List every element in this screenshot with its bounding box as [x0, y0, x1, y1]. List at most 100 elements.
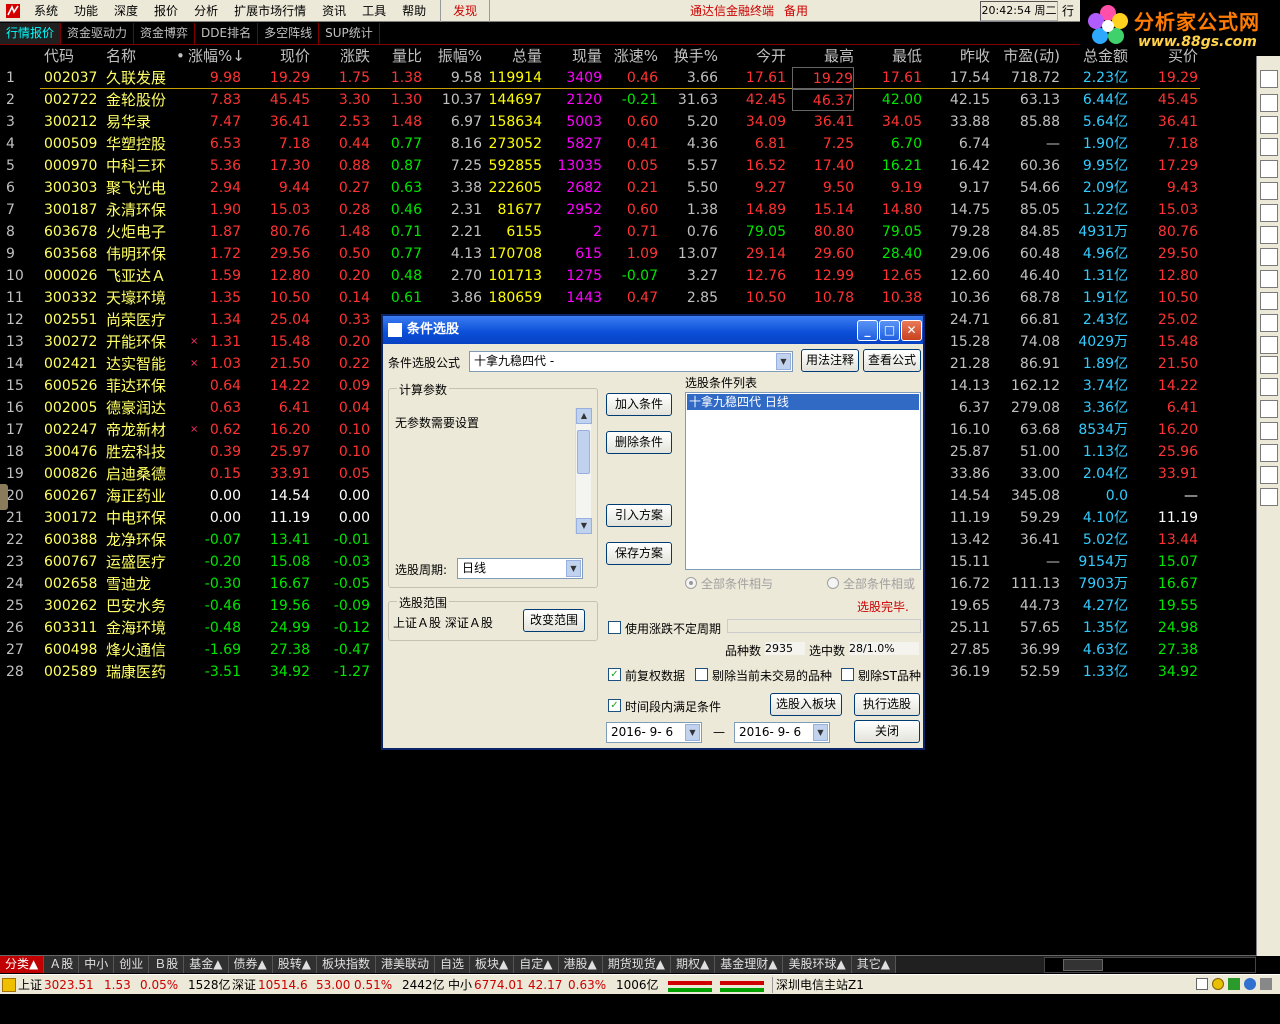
list-icon[interactable] [1260, 138, 1278, 156]
col-high[interactable]: 最高 [792, 45, 854, 67]
formula-select[interactable]: 十拿九稳四代 - ▼ [469, 351, 793, 372]
table-row[interactable]: 3 300212 易华录 7.47 36.41 2.53 1.48 6.97 158634 500… [0, 111, 1256, 133]
server-name[interactable]: 深圳电信主站Z1 [776, 975, 864, 995]
scroll-up-icon[interactable]: ▲ [576, 408, 592, 424]
sz-label[interactable]: 深证 [232, 975, 256, 995]
col-code[interactable]: 代码 [44, 45, 98, 67]
category-tab[interactable]: 港股▲ [558, 956, 603, 973]
delete-condition-button[interactable]: 删除条件 [606, 431, 672, 454]
category-tab[interactable]: 期权▲ [670, 956, 716, 973]
save-scheme-button[interactable]: 保存方案 [606, 542, 672, 565]
col-speed[interactable]: 涨速% [608, 45, 658, 67]
category-tab[interactable]: 港美联动 [376, 956, 436, 973]
category-tab[interactable]: 基金▲ [184, 956, 229, 973]
category-tab[interactable]: Ａ股 [44, 956, 80, 973]
dialog-title-bar[interactable]: 条件选股 [383, 316, 923, 344]
menu-analysis[interactable]: 分析 [186, 0, 226, 22]
col-amplitude[interactable]: 振幅% [428, 45, 482, 67]
view-formula-button[interactable]: 查看公式 [863, 349, 921, 372]
f10-icon[interactable] [1260, 226, 1278, 244]
category-tab[interactable]: 分类▲ [0, 956, 45, 973]
col-pe[interactable]: 市盈(动) [996, 45, 1060, 67]
condition-item[interactable]: 十拿九稳四代 日线 [687, 394, 919, 410]
category-tab[interactable]: 其它▲ [851, 956, 896, 973]
alert-icon[interactable] [1244, 978, 1256, 990]
arrow-down-icon[interactable] [1260, 94, 1278, 112]
tab-bull-bear[interactable]: 多空阵线 [258, 23, 320, 44]
menu-function[interactable]: 功能 [66, 0, 106, 22]
table-row[interactable]: 5 000970 中科三环 5.36 17.30 0.88 0.87 7.25 592855 13… [0, 155, 1256, 177]
export-icon[interactable] [1260, 444, 1278, 462]
settings-icon[interactable] [1260, 978, 1272, 990]
col-low[interactable]: 最低 [860, 45, 922, 67]
gear-icon[interactable] [1260, 488, 1278, 506]
category-tab[interactable]: 债券▲ [228, 956, 273, 973]
col-prev-close[interactable]: 昨收 [930, 45, 990, 67]
mini-market-button[interactable]: 行 [1062, 1, 1082, 21]
menu-help[interactable]: 帮助 [394, 0, 434, 22]
col-open[interactable]: 今开 [724, 45, 786, 67]
fiz-icon[interactable] [1260, 292, 1278, 310]
maximize-button[interactable]: □ [879, 320, 900, 341]
table-row[interactable]: 8 603678 火炬电子 1.87 80.76 1.48 0.71 2.21 6155 2 0.7… [0, 221, 1256, 243]
swap-icon[interactable] [1260, 378, 1278, 396]
and-radio[interactable] [685, 577, 697, 589]
menu-discover[interactable]: 发现 [440, 0, 491, 22]
window-icon[interactable] [1196, 978, 1208, 990]
col-name[interactable]: 名称 [106, 45, 182, 67]
exclude-st-checkbox[interactable] [841, 668, 854, 681]
table-row[interactable]: 2 002722 金轮股份 7.83 45.45 3.30 1.30 10.37 144697 2… [0, 89, 1256, 111]
col-change-pct[interactable]: 涨幅%↓ [188, 45, 245, 67]
category-scrollbar[interactable] [1044, 957, 1256, 973]
close-button[interactable]: 关闭 [854, 720, 920, 743]
menu-quote[interactable]: 报价 [146, 0, 186, 22]
side-panel-toggle[interactable] [0, 484, 8, 510]
chevron-down-icon[interactable]: ▼ [813, 724, 828, 741]
tab-capital-game[interactable]: 资金博弈 [134, 23, 196, 44]
category-tab[interactable]: 创业 [114, 956, 150, 973]
col-current-volume[interactable]: 现量 [550, 45, 602, 67]
restore-checkbox[interactable]: ✓ [608, 668, 621, 681]
tool-icon[interactable] [1260, 466, 1278, 484]
conditions-list[interactable]: 十拿九稳四代 日线 [685, 392, 921, 570]
category-tab[interactable]: 板块指数 [317, 956, 377, 973]
period-select[interactable]: 日线 ▼ [457, 558, 583, 579]
col-turnover[interactable]: 换手% [664, 45, 718, 67]
chevron-down-icon[interactable]: ▼ [776, 353, 791, 370]
exclude-no-trade-checkbox[interactable] [695, 668, 708, 681]
col-bid[interactable]: 买价 [1136, 45, 1198, 67]
table-row[interactable]: 9 603568 伟明环保 1.72 29.56 0.50 0.77 4.13 170708 61… [0, 243, 1256, 265]
candlestick-icon[interactable] [1260, 182, 1278, 200]
category-tab[interactable]: 自选 [435, 956, 471, 973]
col-volume-ratio[interactable]: 量比 [374, 45, 422, 67]
add-to-block-button[interactable]: 选股入板块 [770, 693, 842, 716]
category-scroll-thumb[interactable] [1063, 959, 1103, 971]
date-to-picker[interactable]: 2016- 9- 6 ▼ [734, 722, 830, 743]
tab-dde-rank[interactable]: DDE排名 [195, 23, 259, 44]
menu-extended-market[interactable]: 扩展市场行情 [226, 0, 314, 22]
etf-icon[interactable] [1260, 422, 1278, 440]
tab-capital-drive[interactable]: 资金驱动力 [61, 23, 135, 44]
tab-quotes[interactable]: 行情报价 [0, 23, 62, 44]
table-row[interactable]: 6 300303 聚飞光电 2.94 9.44 0.27 0.63 3.38 222605 268… [0, 177, 1256, 199]
category-tab[interactable]: 基金理财▲ [715, 956, 784, 973]
menu-depth[interactable]: 深度 [106, 0, 146, 22]
menu-news[interactable]: 资讯 [314, 0, 354, 22]
col-price[interactable]: 现价 [252, 45, 310, 67]
use-period-checkbox[interactable] [608, 621, 621, 634]
grid-icon[interactable] [1260, 116, 1278, 134]
time-range-checkbox[interactable]: ✓ [608, 699, 621, 712]
menu-tools[interactable]: 工具 [354, 0, 394, 22]
report-icon[interactable] [1260, 270, 1278, 288]
category-tab[interactable]: 股转▲ [272, 956, 317, 973]
category-tab[interactable]: 美股环球▲ [783, 956, 852, 973]
table-icon[interactable] [1260, 204, 1278, 222]
chevron-down-icon[interactable]: ▼ [566, 560, 581, 577]
usage-notes-button[interactable]: 用法注释 [801, 349, 859, 372]
add-condition-button[interactable]: 加入条件 [606, 393, 672, 416]
circle-icon[interactable] [1260, 336, 1278, 354]
signal-icon[interactable] [1228, 978, 1240, 990]
coin-icon[interactable] [1212, 978, 1224, 990]
run-screening-button[interactable]: 执行选股 [854, 693, 920, 716]
category-tab[interactable]: Ｂ股 [149, 956, 185, 973]
